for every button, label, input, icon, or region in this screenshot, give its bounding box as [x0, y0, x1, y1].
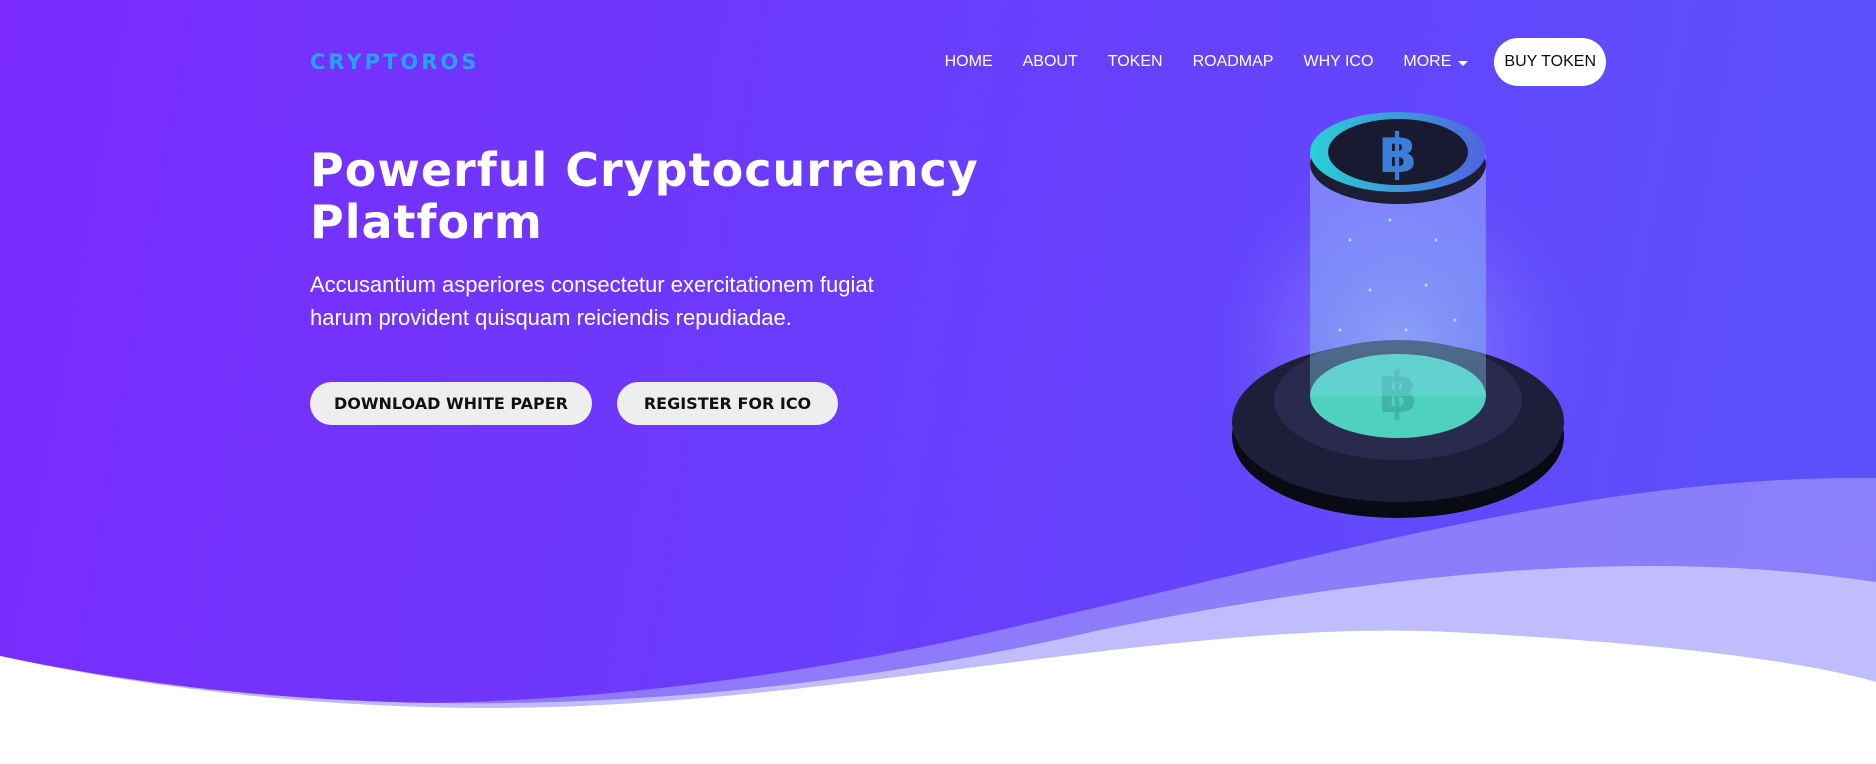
hero-title: Powerful Cryptocurrency Platform [310, 144, 1010, 248]
hero-title-line1: Powerful Cryptocurrency [310, 143, 979, 197]
hero-section: CRYPTOROS HOME ABOUT TOKEN ROADMAP WHY I… [0, 0, 1876, 764]
buy-token-button[interactable]: BUY TOKEN [1494, 38, 1606, 86]
bitcoin-icon: ฿ [1379, 122, 1417, 185]
caret-down-icon [1458, 60, 1469, 66]
download-white-paper-button[interactable]: DOWNLOAD WHITE PAPER [310, 382, 592, 425]
nav-item-token[interactable]: TOKEN [1108, 53, 1163, 71]
nav-item-about[interactable]: ABOUT [1023, 53, 1078, 71]
hero-title-line2: Platform [310, 195, 543, 249]
register-for-ico-button[interactable]: REGISTER FOR ICO [617, 382, 838, 425]
nav-item-home[interactable]: HOME [945, 53, 993, 71]
hero-lead-line1: Accusantium asperiores consectetur exerc… [310, 272, 874, 297]
top-navbar: CRYPTOROS HOME ABOUT TOKEN ROADMAP WHY I… [310, 38, 1606, 86]
nav-item-more-label: MORE [1403, 53, 1452, 70]
bitcoin-pedestal-illustration: ฿ ฿ [1200, 112, 1598, 530]
nav-item-roadmap[interactable]: ROADMAP [1193, 53, 1274, 71]
nav-menu: HOME ABOUT TOKEN ROADMAP WHY ICO MORE BU… [945, 38, 1606, 86]
nav-item-more-dropdown[interactable]: MORE [1403, 53, 1469, 71]
nav-item-why-ico[interactable]: WHY ICO [1303, 53, 1373, 71]
hero-lead-line2: harum provident quisquam reiciendis repu… [310, 305, 792, 330]
brand-logo[interactable]: CRYPTOROS [310, 50, 479, 74]
hero-lead: Accusantium asperiores consectetur exerc… [310, 268, 1010, 334]
